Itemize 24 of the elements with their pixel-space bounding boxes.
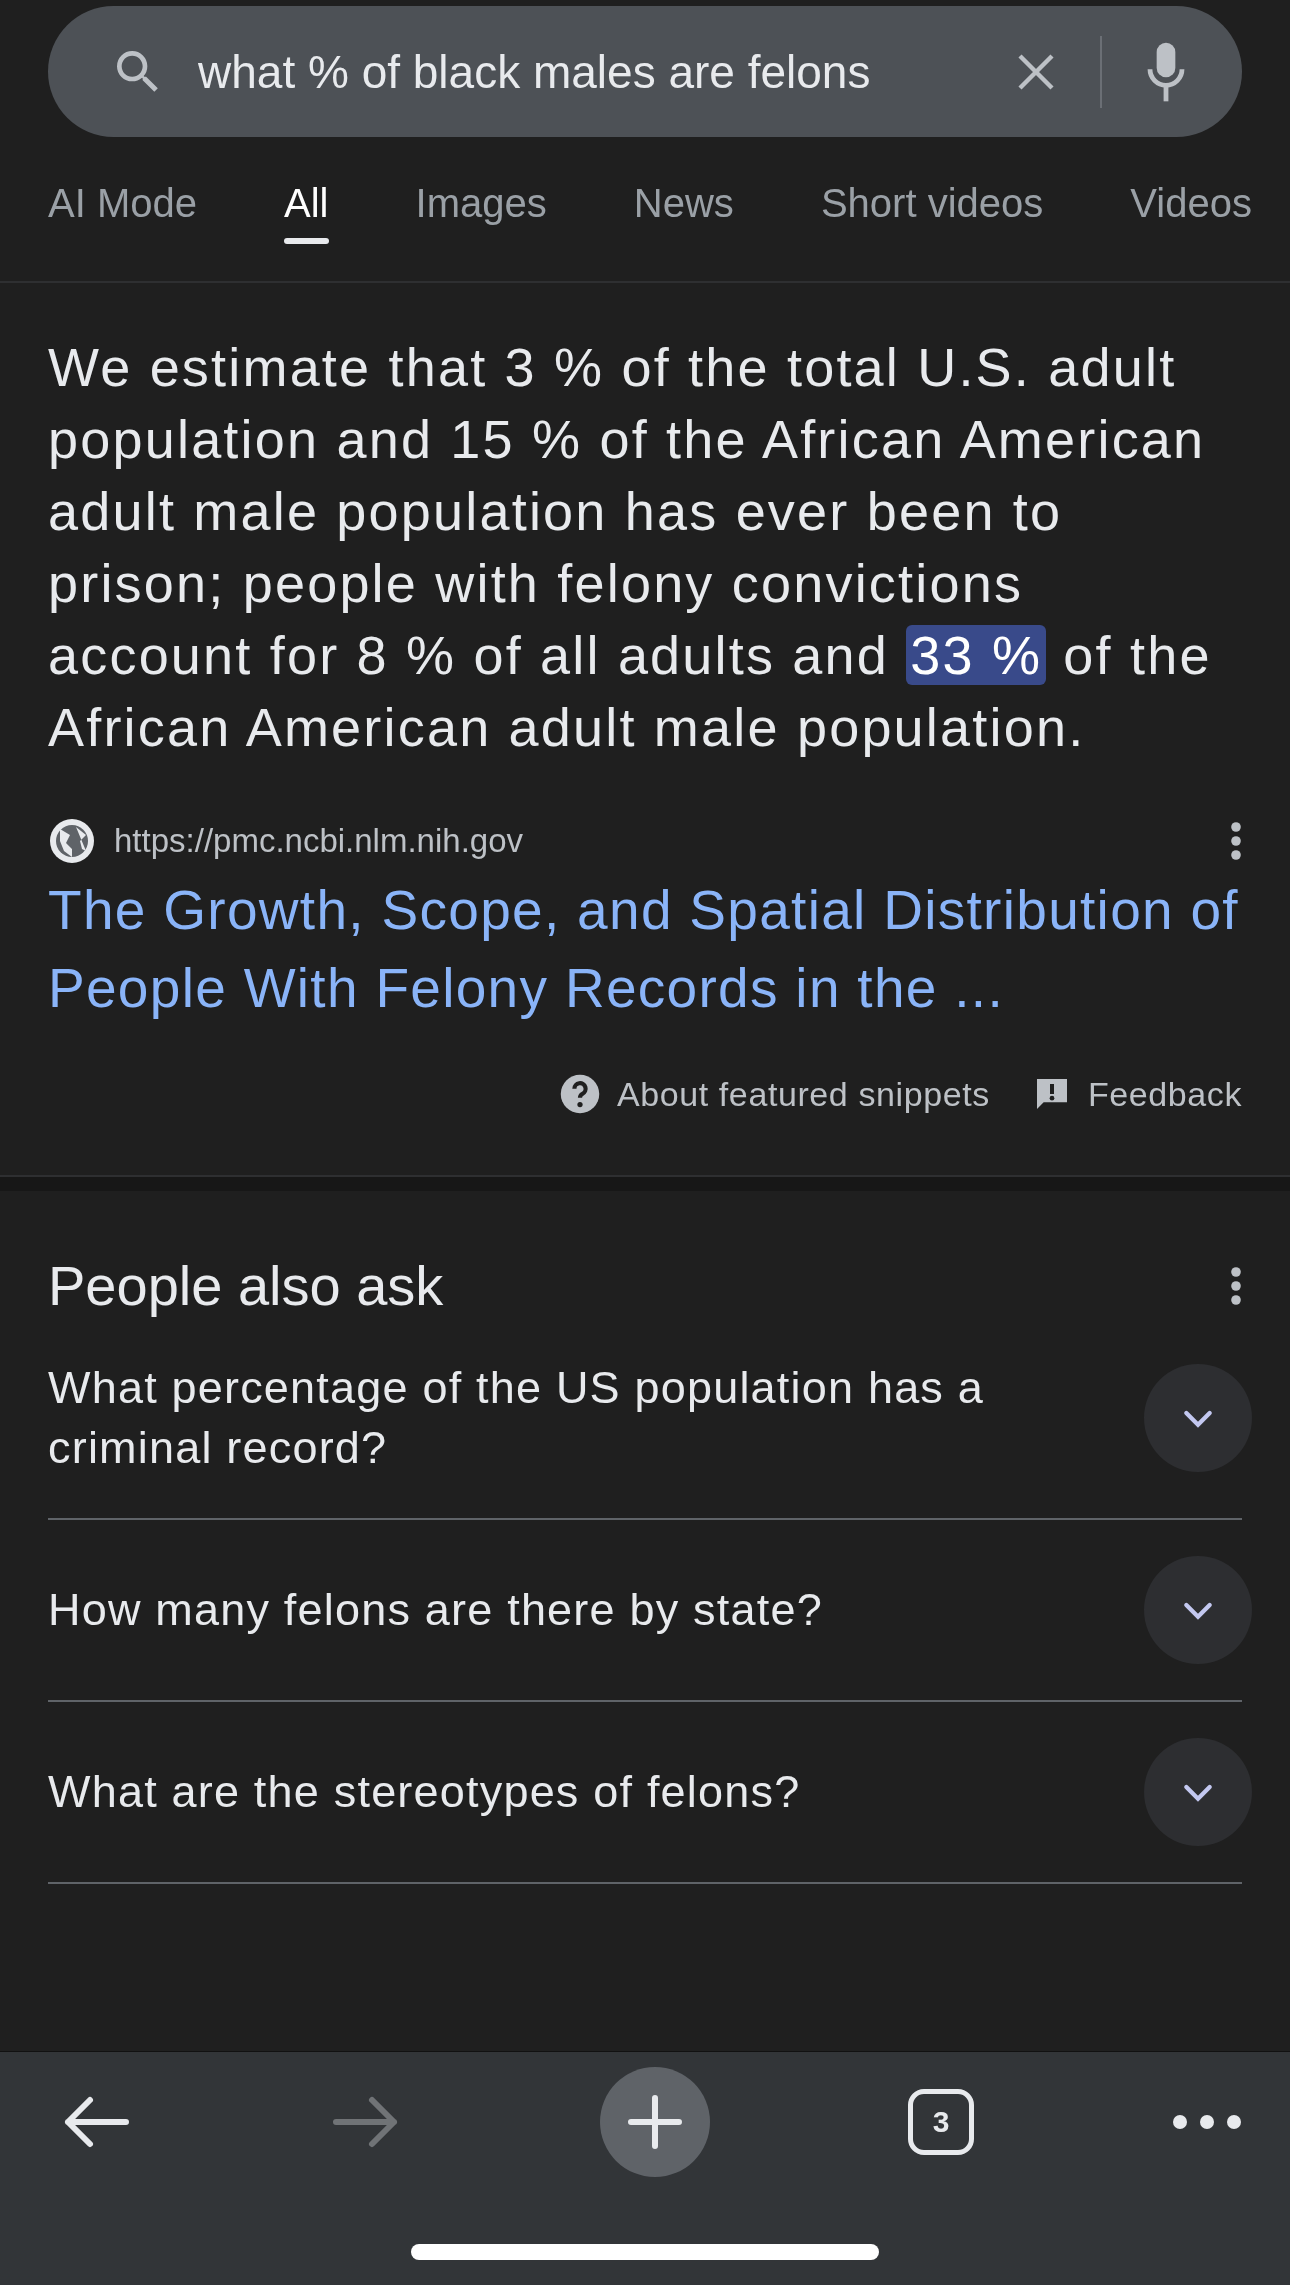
help-icon	[558, 1073, 601, 1115]
tab[interactable]: AI Mode	[48, 155, 197, 281]
section-heading: People also ask	[48, 1253, 444, 1318]
more-options-icon[interactable]	[1172, 2114, 1242, 2130]
globe-icon	[48, 817, 96, 865]
search-query: what % of black males are felons	[198, 44, 872, 99]
about-snippets-link[interactable]: About featured snippets	[616, 1074, 990, 1114]
question-text[interactable]: What percentage of the US population has a criminal record?	[48, 1358, 1104, 1478]
search-field[interactable]: what % of black males are felons	[48, 6, 1242, 137]
tab[interactable]: News	[633, 155, 734, 281]
tab[interactable]: All	[284, 155, 329, 281]
tab[interactable]: Images	[415, 155, 547, 281]
more-options-icon[interactable]	[1230, 1265, 1242, 1306]
tab[interactable]: Videos	[1130, 155, 1252, 281]
feedback-link[interactable]: Feedback	[1087, 1074, 1242, 1114]
more-options-icon[interactable]	[1230, 821, 1242, 861]
tab[interactable]: Short videos	[820, 155, 1044, 281]
snippet-text: We estimate that 3 % of the total U.S. adult population and 15 % of the African American adult male population has ever been to prison; people with felony convictions account for 8 % of all adults and 33 % of the African American adult male population.	[48, 336, 1213, 759]
plus-icon	[627, 2094, 683, 2150]
result-title-link[interactable]: The Growth, Scope, and Spatial Distribution of People With Felony Records in the ...	[48, 871, 1242, 1027]
question-text[interactable]: How many felons are there by state?	[48, 1580, 823, 1640]
question-text[interactable]: What are the stereotypes of felons?	[48, 1762, 801, 1822]
tab-count-button[interactable]: 3	[908, 2089, 974, 2155]
source-url: https://pmc.ncbi.nlm.nih.gov	[114, 822, 525, 860]
